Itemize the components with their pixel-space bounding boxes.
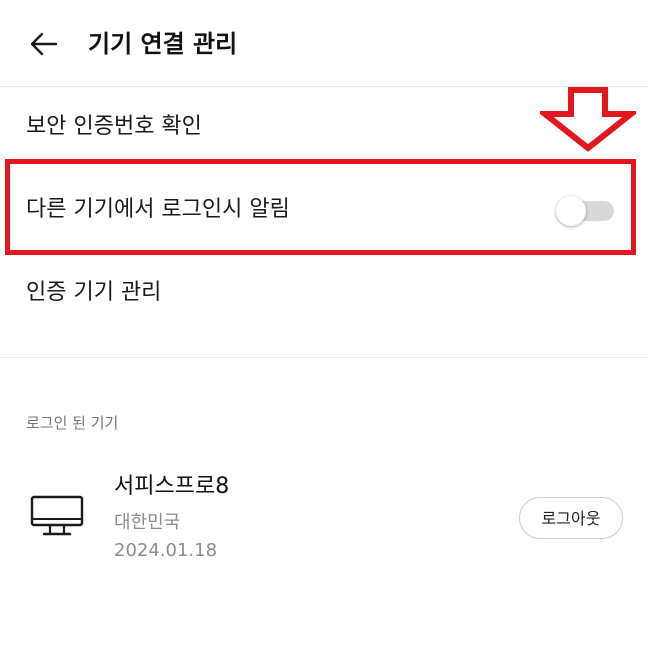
page-title: 기기 연결 관리 (88, 30, 238, 58)
login-alert-row[interactable]: 다른 기기에서 로그인시 알림 (0, 168, 648, 252)
app-header: 기기 연결 관리 (0, 0, 648, 87)
device-date: 2024.01.18 (114, 540, 218, 561)
security-code-label: 보안 인증번호 확인 (26, 114, 202, 139)
monitor-icon (30, 495, 84, 536)
auth-device-label: 인증 기기 관리 (26, 280, 162, 305)
logout-button[interactable]: 로그아웃 (519, 497, 623, 539)
arrow-left-icon (30, 32, 58, 56)
device-country: 대한민국 (114, 512, 181, 533)
section-divider (0, 357, 648, 358)
login-alert-label: 다른 기기에서 로그인시 알림 (26, 197, 290, 222)
device-name: 서피스프로8 (114, 474, 230, 499)
toggle-thumb (556, 196, 586, 226)
security-code-row[interactable]: 보안 인증번호 확인 (0, 90, 648, 164)
section-label: 로그인 된 기기 (26, 414, 119, 432)
login-alert-toggle[interactable] (556, 196, 616, 226)
back-button[interactable] (22, 24, 66, 64)
auth-device-row[interactable]: 인증 기기 관리 (0, 256, 648, 330)
